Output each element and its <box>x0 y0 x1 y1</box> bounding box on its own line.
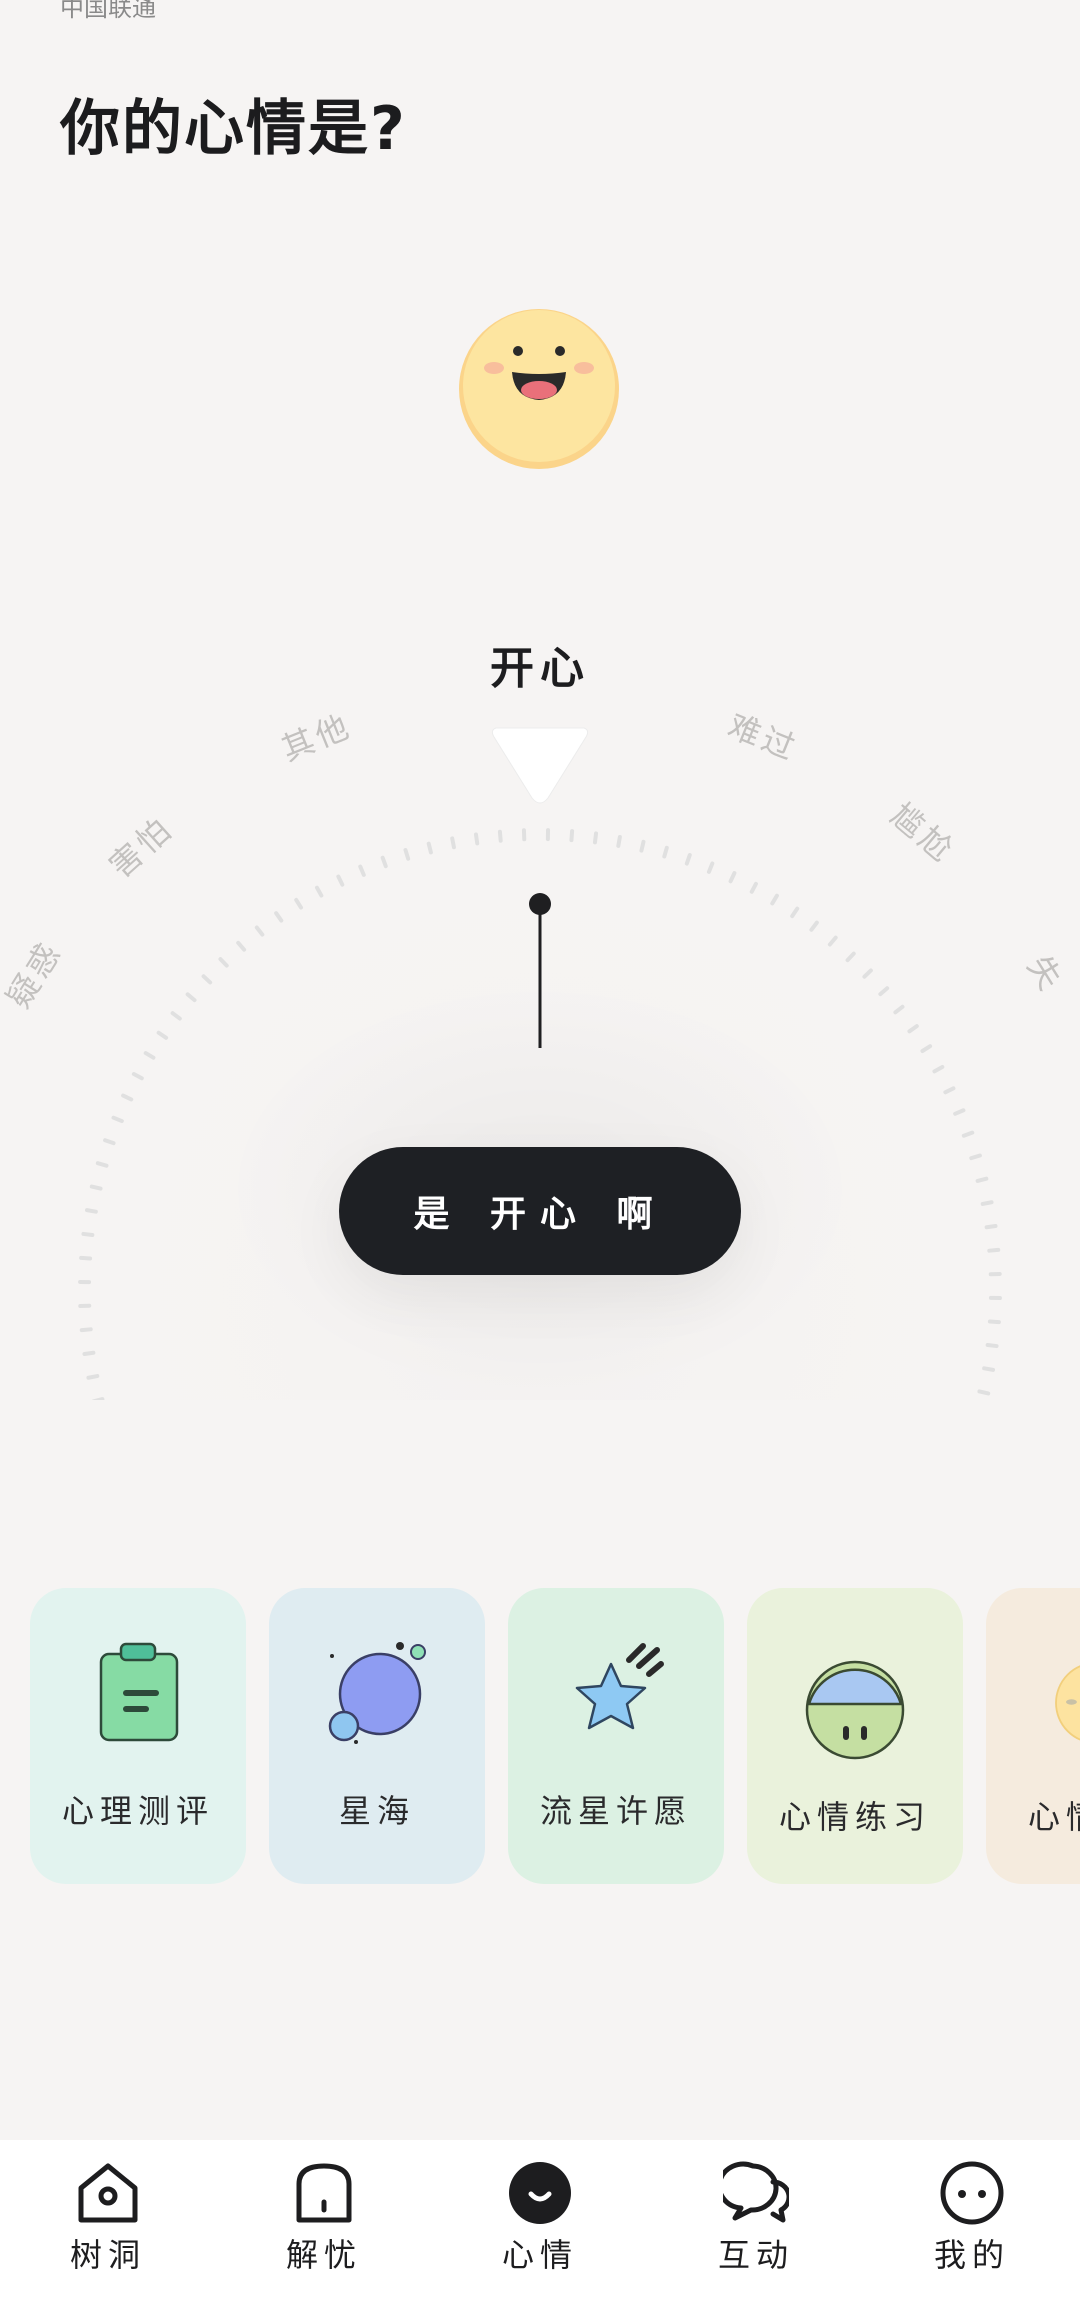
wheel-mood-label[interactable]: 其他 <box>276 706 357 768</box>
confirm-mood-button[interactable]: 是 开心 啊 <box>339 1147 741 1275</box>
tab-label: 我的 <box>933 2236 1010 2274</box>
dial-tick <box>426 841 433 855</box>
tab-mood[interactable]: 心情 <box>432 2140 648 2299</box>
card-star-sea[interactable]: 星海 <box>269 1588 485 1884</box>
tab-interact[interactable]: 互动 <box>648 2140 864 2299</box>
profile-icon <box>940 2161 1004 2225</box>
dial-tick <box>89 1184 103 1191</box>
dial-tick <box>497 829 503 843</box>
dial-tick <box>403 848 411 861</box>
feature-cards-row: 心理测评 星海 流星许愿 心情练习 心 <box>0 1588 1080 1884</box>
dial-tick <box>473 832 480 846</box>
dial-tick <box>92 1397 105 1400</box>
dial-tick <box>450 836 456 850</box>
tab-profile[interactable]: 我的 <box>864 2140 1080 2299</box>
dial-tick <box>79 1255 93 1261</box>
dial-tick <box>95 1161 109 1168</box>
dial-tick <box>79 1327 93 1333</box>
dial-needle-knob <box>529 893 551 915</box>
dial-tick <box>569 829 575 843</box>
card-label: 心情 <box>1028 1798 1080 1836</box>
dial-tick <box>616 834 622 848</box>
tab-label: 解忧 <box>285 2236 362 2274</box>
dial-tick <box>84 1208 98 1214</box>
chat-icon <box>723 2161 789 2223</box>
card-label: 流星许愿 <box>539 1792 692 1830</box>
door-icon <box>296 2163 352 2223</box>
bottom-tab-bar: 树洞 解忧 心情 互动 我的 <box>0 2140 1080 2299</box>
card-meteor-wish[interactable]: 流星许愿 <box>508 1588 724 1884</box>
card-psych-test[interactable]: 心理测评 <box>30 1588 246 1884</box>
dial-tick <box>977 1389 991 1396</box>
dial-tick <box>985 1342 999 1349</box>
dial-tick <box>987 1319 1001 1325</box>
tab-label: 心情 <box>501 2236 578 2274</box>
dial-tick <box>639 839 646 853</box>
dial-tick <box>975 1176 989 1183</box>
wheel-mood-label[interactable]: 难过 <box>723 706 804 768</box>
mood-icon <box>509 2162 571 2224</box>
dial-tick <box>82 1350 96 1357</box>
dial-tick <box>81 1231 95 1238</box>
tab-label: 树洞 <box>69 2236 146 2274</box>
dial-tick <box>980 1200 994 1206</box>
clipboard-icon <box>99 1642 179 1742</box>
mood-face-icon <box>805 1660 905 1760</box>
dial-tick <box>592 831 599 845</box>
wheel-mood-label[interactable]: 疑惑 <box>0 934 70 1015</box>
card-label: 星海 <box>338 1792 415 1830</box>
tree-hole-icon <box>78 2163 138 2223</box>
dial-tick <box>684 853 692 866</box>
dial-tick <box>987 1247 1001 1253</box>
emoji-icon <box>1055 1665 1080 1741</box>
dial-tick <box>969 1153 982 1161</box>
card-label: 心理测评 <box>61 1792 214 1830</box>
dial-tick <box>86 1374 100 1380</box>
tab-relief[interactable]: 解忧 <box>216 2140 432 2299</box>
planet-icon <box>328 1642 426 1744</box>
card-label: 心情练习 <box>778 1798 931 1836</box>
card-mood[interactable]: 心情 <box>986 1588 1080 1884</box>
dial-tick <box>982 1366 996 1372</box>
shooting-star-icon <box>575 1643 664 1730</box>
tab-label: 互动 <box>717 2236 794 2274</box>
wheel-mood-label[interactable]: 失 <box>1020 949 1071 1000</box>
tab-tree-hole[interactable]: 树洞 <box>0 2140 216 2299</box>
dial-tick <box>984 1223 998 1230</box>
card-mood-practice[interactable]: 心情练习 <box>747 1588 963 1884</box>
dial-tick <box>662 845 669 859</box>
dial-tick <box>103 1138 116 1146</box>
